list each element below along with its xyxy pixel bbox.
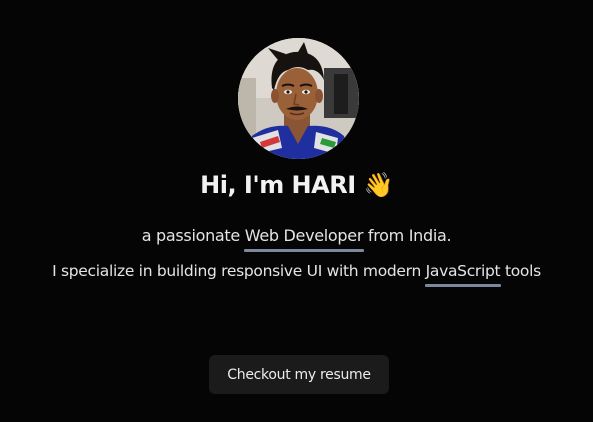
waving-hand-icon: 👋 (363, 171, 393, 199)
intro-line-2-before: I specialize in building responsive UI w… (52, 262, 426, 280)
avatar-photo (238, 38, 359, 159)
greeting-heading: Hi, I'm HARI 👋 (0, 171, 593, 199)
intro-line-1-after: from India. (363, 226, 452, 245)
resume-button[interactable]: Checkout my resume (209, 355, 389, 394)
javascript-highlight: JavaScript (424, 262, 502, 287)
greeting-text: Hi, I'm HARI (200, 171, 356, 199)
hero-section: Hi, I'm HARI 👋 a passionate Web Develope… (0, 0, 593, 422)
intro-line-1-before: a passionate (141, 226, 245, 245)
intro-line-2-after: tools (500, 262, 541, 280)
avatar (238, 38, 359, 159)
web-developer-highlight: Web Developer (243, 226, 365, 252)
intro-line-1: a passionate Web Developer from India. (0, 226, 593, 252)
intro-line-2: I specialize in building responsive UI w… (0, 262, 593, 287)
